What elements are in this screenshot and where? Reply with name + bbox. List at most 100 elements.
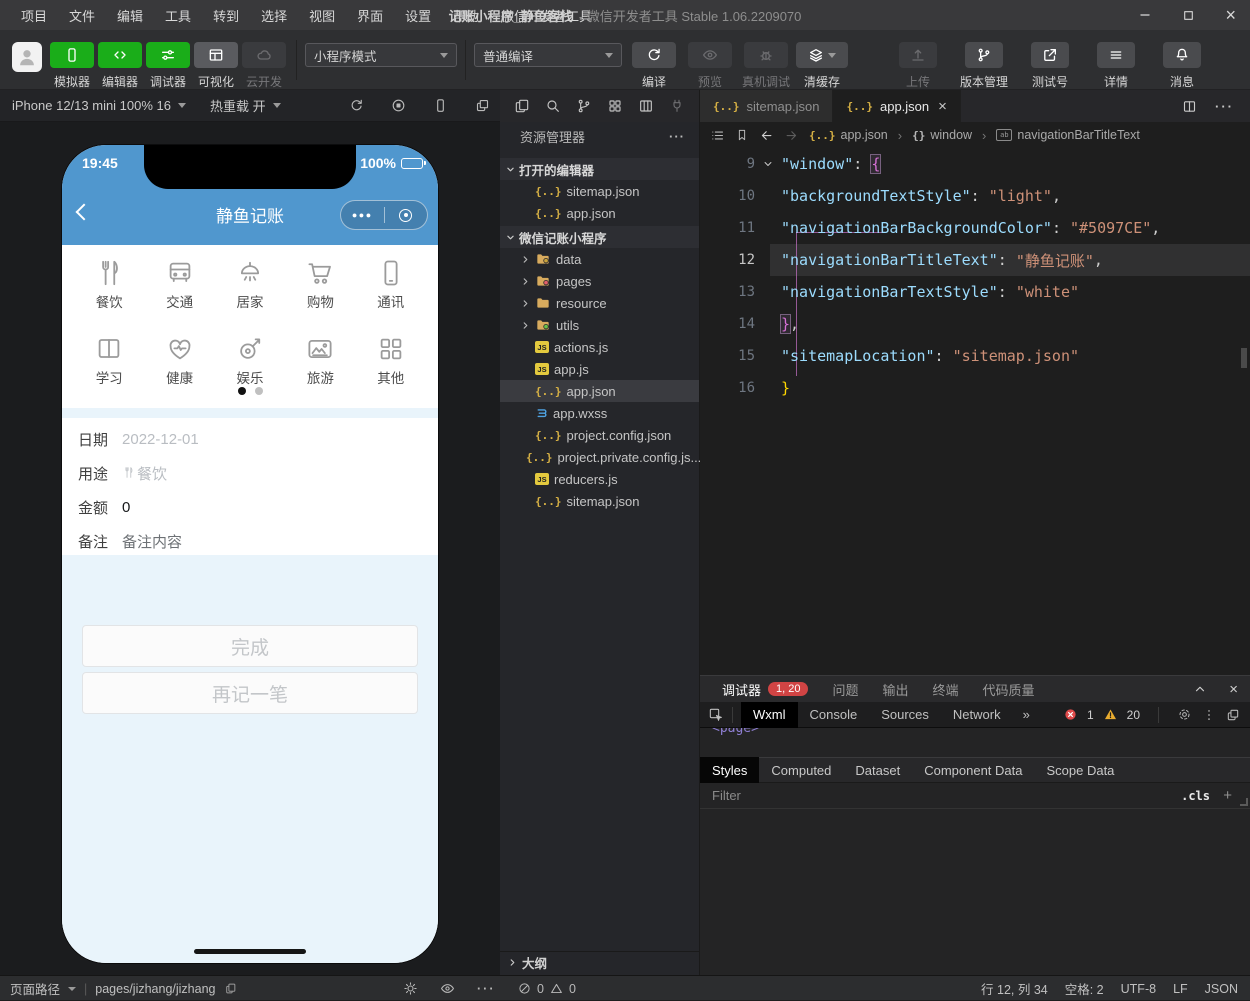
tree-item-app.json[interactable]: {..} app.json (500, 380, 699, 402)
调试器-button[interactable]: 调试器 (144, 42, 192, 90)
new-style-rule-button[interactable]: + (1223, 787, 1232, 804)
wxml-tree[interactable]: <page> (700, 728, 1250, 757)
category-交通[interactable]: 交通 (152, 258, 208, 311)
status-item[interactable]: JSON (1205, 982, 1238, 996)
breadcrumb-item-app.json[interactable]: {..} app.json (809, 128, 888, 142)
breadcrumb-item-window[interactable]: {} window (912, 128, 972, 142)
category-通讯[interactable]: 通讯 (363, 258, 419, 311)
search-icon[interactable] (545, 98, 561, 114)
filter-input[interactable]: Filter (700, 788, 741, 803)
category-餐饮[interactable]: 餐饮 (81, 258, 137, 311)
mode-select[interactable]: 小程序模式 (305, 43, 457, 67)
测试号-button[interactable]: 测试号 (1022, 42, 1078, 90)
debugger-tab-问题[interactable]: 问题 (832, 680, 858, 699)
category-旅游[interactable]: 旅游 (292, 334, 348, 387)
split-editor-icon[interactable] (1182, 99, 1197, 114)
undock-icon[interactable] (1226, 708, 1240, 722)
status-item[interactable]: 行 12, 列 34 (981, 979, 1048, 998)
more-actions-icon[interactable]: ··· (1215, 99, 1234, 114)
outline-section[interactable]: 大纲 (500, 951, 699, 973)
minimize-icon[interactable] (1138, 8, 1152, 22)
tree-item-sitemap.json[interactable]: {..} sitemap.json (500, 490, 699, 512)
field-value[interactable]: 餐饮 (122, 463, 167, 484)
code-line-13[interactable]: 13 "navigationBarTextStyle": "white" (700, 276, 1250, 308)
category-购物[interactable]: 购物 (292, 258, 348, 311)
field-value[interactable]: 备注内容 (122, 531, 182, 552)
debugger-tab-调试器[interactable]: 调试器 1, 20 (722, 680, 809, 699)
add-another-button[interactable]: 再记一笔 (82, 672, 418, 714)
page-path-label[interactable]: 页面路径 (10, 979, 60, 998)
debug-toggle-icon[interactable] (403, 981, 418, 996)
tree-item-reducers.js[interactable]: JS reducers.js (500, 468, 699, 490)
消息-button[interactable]: 消息 (1154, 42, 1210, 90)
可视化-button[interactable]: 可视化 (192, 42, 240, 90)
版本管理-button[interactable]: 版本管理 (956, 42, 1012, 90)
warning-badge-icon[interactable] (1104, 708, 1117, 721)
windows-icon[interactable] (475, 98, 490, 113)
git-icon[interactable] (576, 98, 592, 114)
form-row-用途[interactable]: 用途 餐饮 (78, 456, 438, 490)
explorer-more-icon[interactable]: ··· (669, 129, 685, 144)
tree-item-resource[interactable]: resource (500, 292, 699, 314)
status-item[interactable]: 空格: 2 (1065, 979, 1104, 998)
category-娱乐[interactable]: 娱乐 (222, 334, 278, 387)
more-icon[interactable]: ··· (477, 982, 496, 996)
styles-tab-Dataset[interactable]: Dataset (843, 757, 912, 783)
wxml-node[interactable]: <page> (712, 728, 759, 736)
tree-item-utils[interactable]: utils (500, 314, 699, 336)
category-学习[interactable]: 学习 (81, 334, 137, 387)
styles-tab-Scope Data[interactable]: Scope Data (1034, 757, 1126, 783)
devtools-tab-Sources[interactable]: Sources (869, 702, 941, 728)
cls-toggle-button[interactable]: .cls (1181, 789, 1210, 803)
breadcrumb-item-navigationBarTitleText[interactable]: ab navigationBarTitleText (996, 128, 1140, 142)
tab-app.json[interactable]: {..} app.json × (833, 90, 961, 122)
refresh-icon[interactable] (349, 98, 364, 113)
phone-icon[interactable] (433, 98, 448, 113)
board-icon[interactable] (638, 98, 654, 114)
status-item[interactable]: LF (1173, 982, 1188, 996)
kebab-menu-icon[interactable] (1202, 708, 1216, 722)
tree-item-pages[interactable]: pages (500, 270, 699, 292)
code-line-11[interactable]: 11 "navigationBarBackgroundColor": "#509… (700, 212, 1250, 244)
avatar[interactable] (12, 42, 42, 72)
code-line-10[interactable]: 10 "backgroundTextStyle": "light", (700, 180, 1250, 212)
form-row-金额[interactable]: 金额 0 (78, 490, 438, 524)
code-line-9[interactable]: 9 "window": { (700, 148, 1250, 180)
编辑器-button[interactable]: 编辑器 (96, 42, 144, 90)
inspect-element-icon[interactable] (708, 707, 724, 723)
devtools-tab-Network[interactable]: Network (941, 702, 1013, 728)
编译-button[interactable]: 编译 (626, 42, 682, 90)
category-健康[interactable]: 健康 (152, 334, 208, 387)
more-tabs-icon[interactable]: » (1013, 707, 1040, 722)
visibility-icon[interactable] (440, 981, 455, 996)
arrow-left-icon[interactable] (759, 128, 774, 143)
error-badge-icon[interactable] (1064, 708, 1077, 721)
close-panel-icon[interactable]: × (1229, 681, 1238, 698)
bookmark-icon[interactable] (735, 128, 749, 142)
grid4-icon[interactable] (607, 98, 623, 114)
project-section[interactable]: 微信记账小程序 (500, 226, 699, 248)
code-area[interactable]: 9 "window": {10 "backgroundTextStyle": "… (700, 148, 1250, 408)
code-line-14[interactable]: 14 }, (700, 308, 1250, 340)
devtools-settings-icon[interactable] (1177, 707, 1192, 722)
debugger-tab-输出[interactable]: 输出 (883, 680, 909, 699)
close-tab-icon[interactable]: × (938, 98, 947, 115)
menu-item-文件[interactable]: 文件 (60, 3, 104, 28)
form-row-备注[interactable]: 备注 备注内容 (78, 524, 438, 558)
tree-item-actions.js[interactable]: JS actions.js (500, 336, 699, 358)
styles-tab-Styles[interactable]: Styles (700, 757, 760, 783)
debugger-tab-代码质量[interactable]: 代码质量 (983, 680, 1035, 699)
详情-button[interactable]: 详情 (1088, 42, 1144, 90)
open-editors-section[interactable]: 打开的编辑器 (500, 158, 699, 180)
tree-item-project.config.json[interactable]: {..} project.config.json (500, 424, 699, 446)
list-icon[interactable] (710, 128, 725, 143)
status-item[interactable]: UTF-8 (1121, 982, 1156, 996)
menu-item-选择[interactable]: 选择 (252, 3, 296, 28)
code-line-12[interactable]: 12 "navigationBarTitleText": "静鱼记账", (700, 244, 1250, 276)
collapse-panel-icon[interactable] (1193, 682, 1207, 696)
more-menu-icon[interactable]: ●●● (341, 210, 384, 220)
close-icon[interactable]: × (1225, 5, 1236, 26)
tree-item-app.js[interactable]: JS app.js (500, 358, 699, 380)
page-dot[interactable] (254, 387, 263, 395)
fold-chevron-icon[interactable] (755, 159, 781, 169)
